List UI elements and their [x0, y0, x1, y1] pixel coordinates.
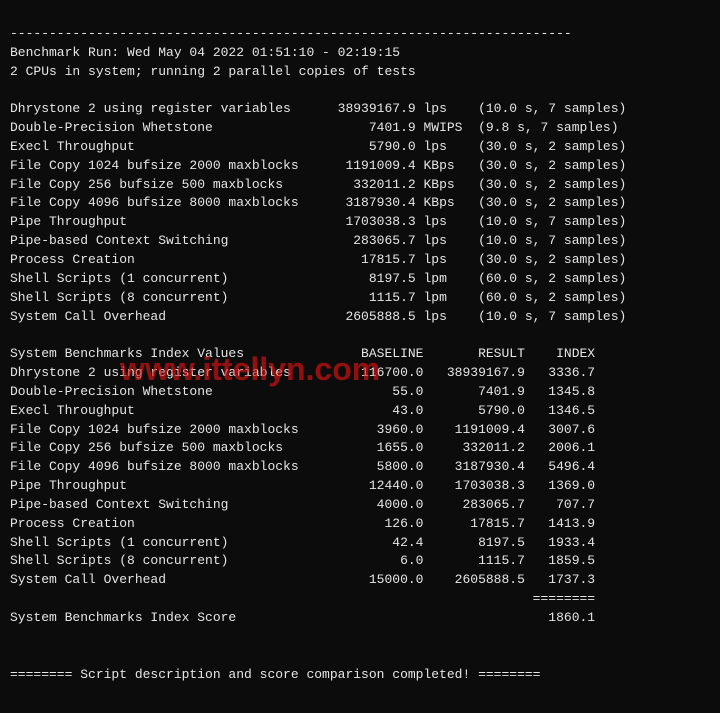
dash-line-top: ----------------------------------------…: [10, 26, 572, 41]
terminal-output: ----------------------------------------…: [0, 0, 720, 713]
benchmark-run-line: Benchmark Run: Wed May 04 2022 01:51:10 …: [10, 45, 400, 60]
index-score-line: System Benchmarks Index Score 1860.1: [10, 610, 595, 625]
separator-line: ========: [10, 591, 595, 606]
completed-line: ======== Script description and score co…: [10, 667, 541, 682]
index-header-line: System Benchmarks Index Values BASELINE …: [10, 346, 595, 361]
raw-results-block: Dhrystone 2 using register variables 389…: [10, 101, 626, 323]
index-results-block: Dhrystone 2 using register variables 116…: [10, 365, 595, 587]
cpu-line: 2 CPUs in system; running 2 parallel cop…: [10, 64, 416, 79]
